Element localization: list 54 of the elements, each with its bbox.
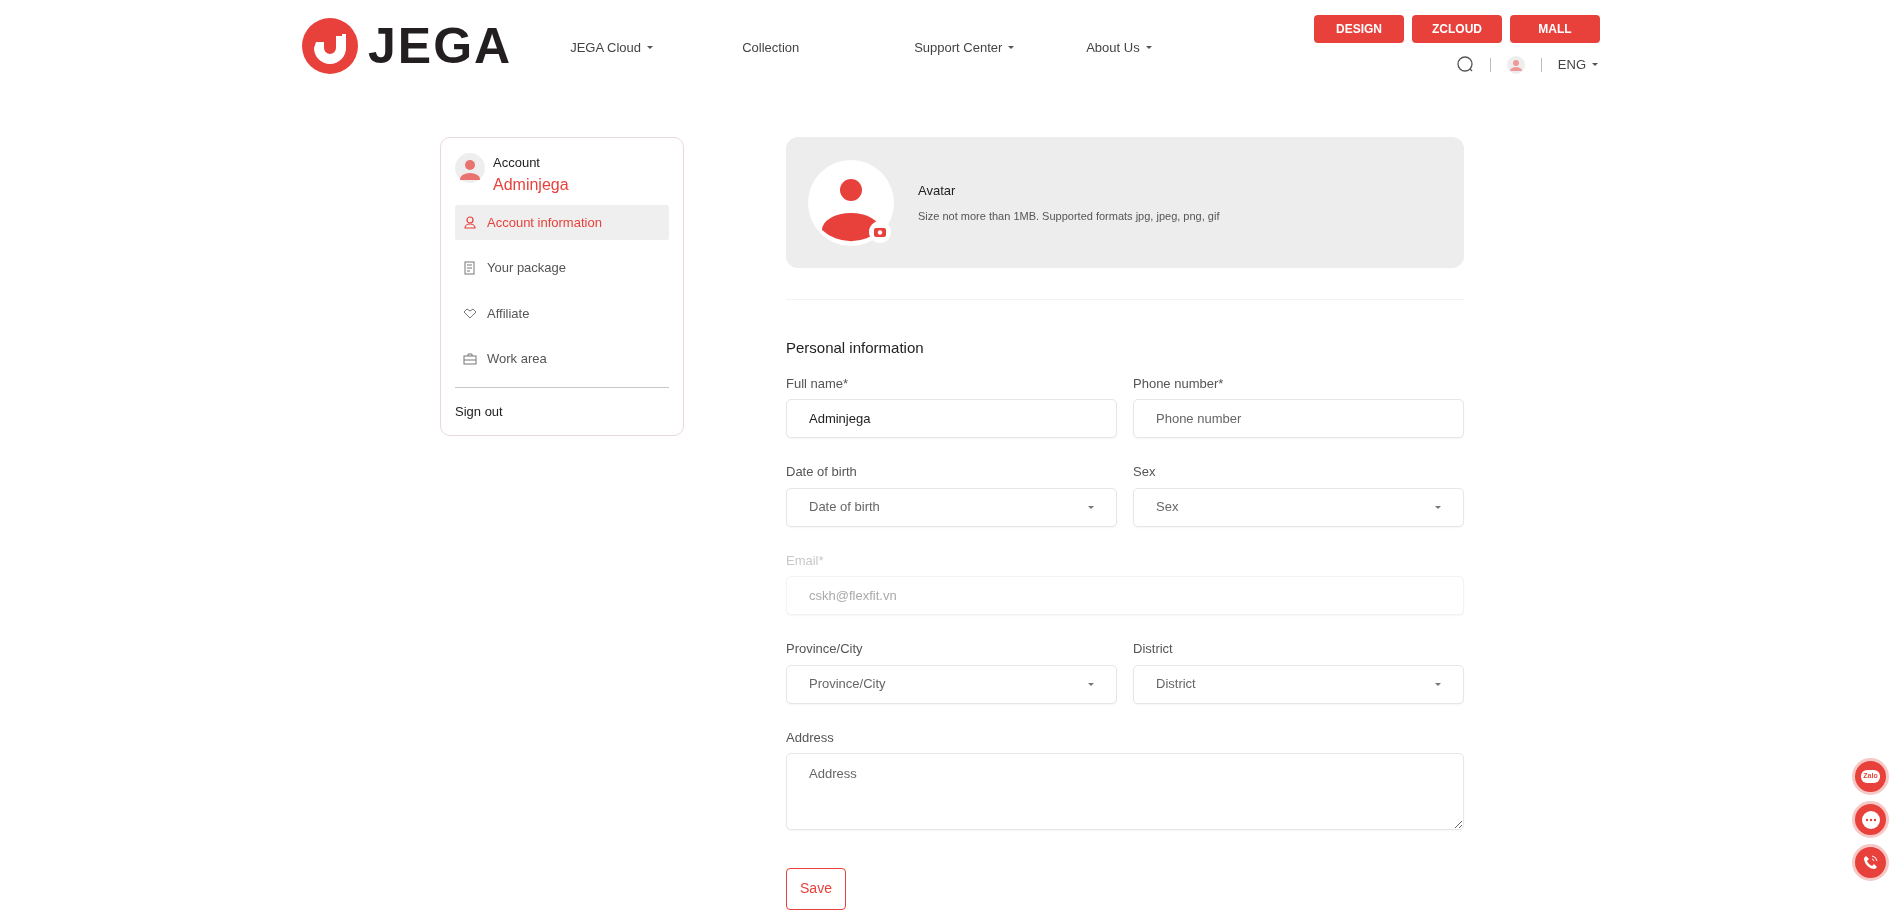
sidebar-item[interactable]: Affiliate bbox=[455, 295, 669, 331]
address-field[interactable]: Address bbox=[786, 753, 1464, 830]
save-button[interactable]: Save bbox=[786, 867, 846, 910]
logo-text[interactable]: JEGA bbox=[368, 21, 513, 71]
user-icon bbox=[463, 215, 477, 230]
search-icon[interactable] bbox=[1456, 56, 1474, 74]
chat-button[interactable] bbox=[1852, 801, 1889, 838]
top-button[interactable]: DESIGN bbox=[1314, 15, 1404, 43]
call-button[interactable] bbox=[1852, 844, 1889, 881]
field-label: Full name* bbox=[786, 374, 850, 393]
nav-link[interactable]: JEGA Cloud bbox=[570, 38, 743, 58]
section-title: Personal information bbox=[786, 338, 925, 358]
caret-icon bbox=[1088, 505, 1094, 509]
caret-icon bbox=[1592, 63, 1598, 67]
caret-icon bbox=[647, 46, 653, 50]
chat-icon bbox=[1861, 810, 1880, 829]
dropdown-field[interactable]: Sex bbox=[1133, 487, 1464, 527]
sidebar-item[interactable]: Account information bbox=[455, 204, 669, 240]
caret-icon bbox=[1145, 46, 1152, 50]
field-label: District bbox=[1133, 640, 1174, 658]
field-label: Sex bbox=[1133, 463, 1157, 481]
avatar-hint: Size not more than 1MB. Supported formats jpg, jpeg, png, gif bbox=[918, 209, 1220, 224]
caret-icon bbox=[1435, 682, 1441, 686]
phone-icon bbox=[1862, 854, 1879, 871]
sign-out-link[interactable]: Sign out bbox=[455, 395, 669, 423]
user-avatar-icon[interactable] bbox=[1506, 55, 1525, 74]
caret-icon bbox=[1435, 505, 1441, 509]
field-label: Province/City bbox=[786, 640, 864, 658]
dropdown-field[interactable]: District bbox=[1133, 664, 1464, 704]
dropdown-field[interactable]: Date of birth bbox=[786, 487, 1117, 527]
top-button[interactable]: ZCLOUD bbox=[1412, 15, 1502, 43]
avatar-icon bbox=[455, 153, 485, 183]
avatar-upload-icon[interactable] bbox=[808, 159, 894, 246]
text-field[interactable]: Phone number bbox=[1133, 399, 1464, 438]
document-icon bbox=[463, 260, 477, 275]
sidebar-item[interactable]: Your package bbox=[455, 250, 669, 286]
field-label: Phone number* bbox=[1133, 374, 1225, 393]
avatar-title: Avatar bbox=[918, 181, 957, 200]
dropdown-field[interactable]: Province/City bbox=[786, 664, 1117, 704]
logo-icon[interactable] bbox=[300, 16, 360, 76]
field-label: Date of birth bbox=[786, 463, 858, 481]
username: Adminjega bbox=[493, 174, 569, 195]
account-label: Account bbox=[493, 154, 541, 172]
sidebar-item[interactable]: Work area bbox=[455, 341, 669, 377]
top-button[interactable]: MALL bbox=[1510, 15, 1600, 43]
caret-icon bbox=[1088, 682, 1094, 686]
field-label: Address bbox=[786, 728, 835, 747]
language-selector[interactable]: ENG bbox=[1557, 55, 1598, 75]
caret-icon bbox=[1008, 46, 1015, 50]
briefcase-icon bbox=[463, 351, 477, 366]
text-field[interactable]: Adminjega bbox=[786, 399, 1117, 438]
nav-link[interactable]: About Us bbox=[1086, 38, 1259, 58]
nav-link[interactable]: Support Center bbox=[914, 38, 1087, 58]
nav-link[interactable]: Collection bbox=[742, 38, 915, 58]
